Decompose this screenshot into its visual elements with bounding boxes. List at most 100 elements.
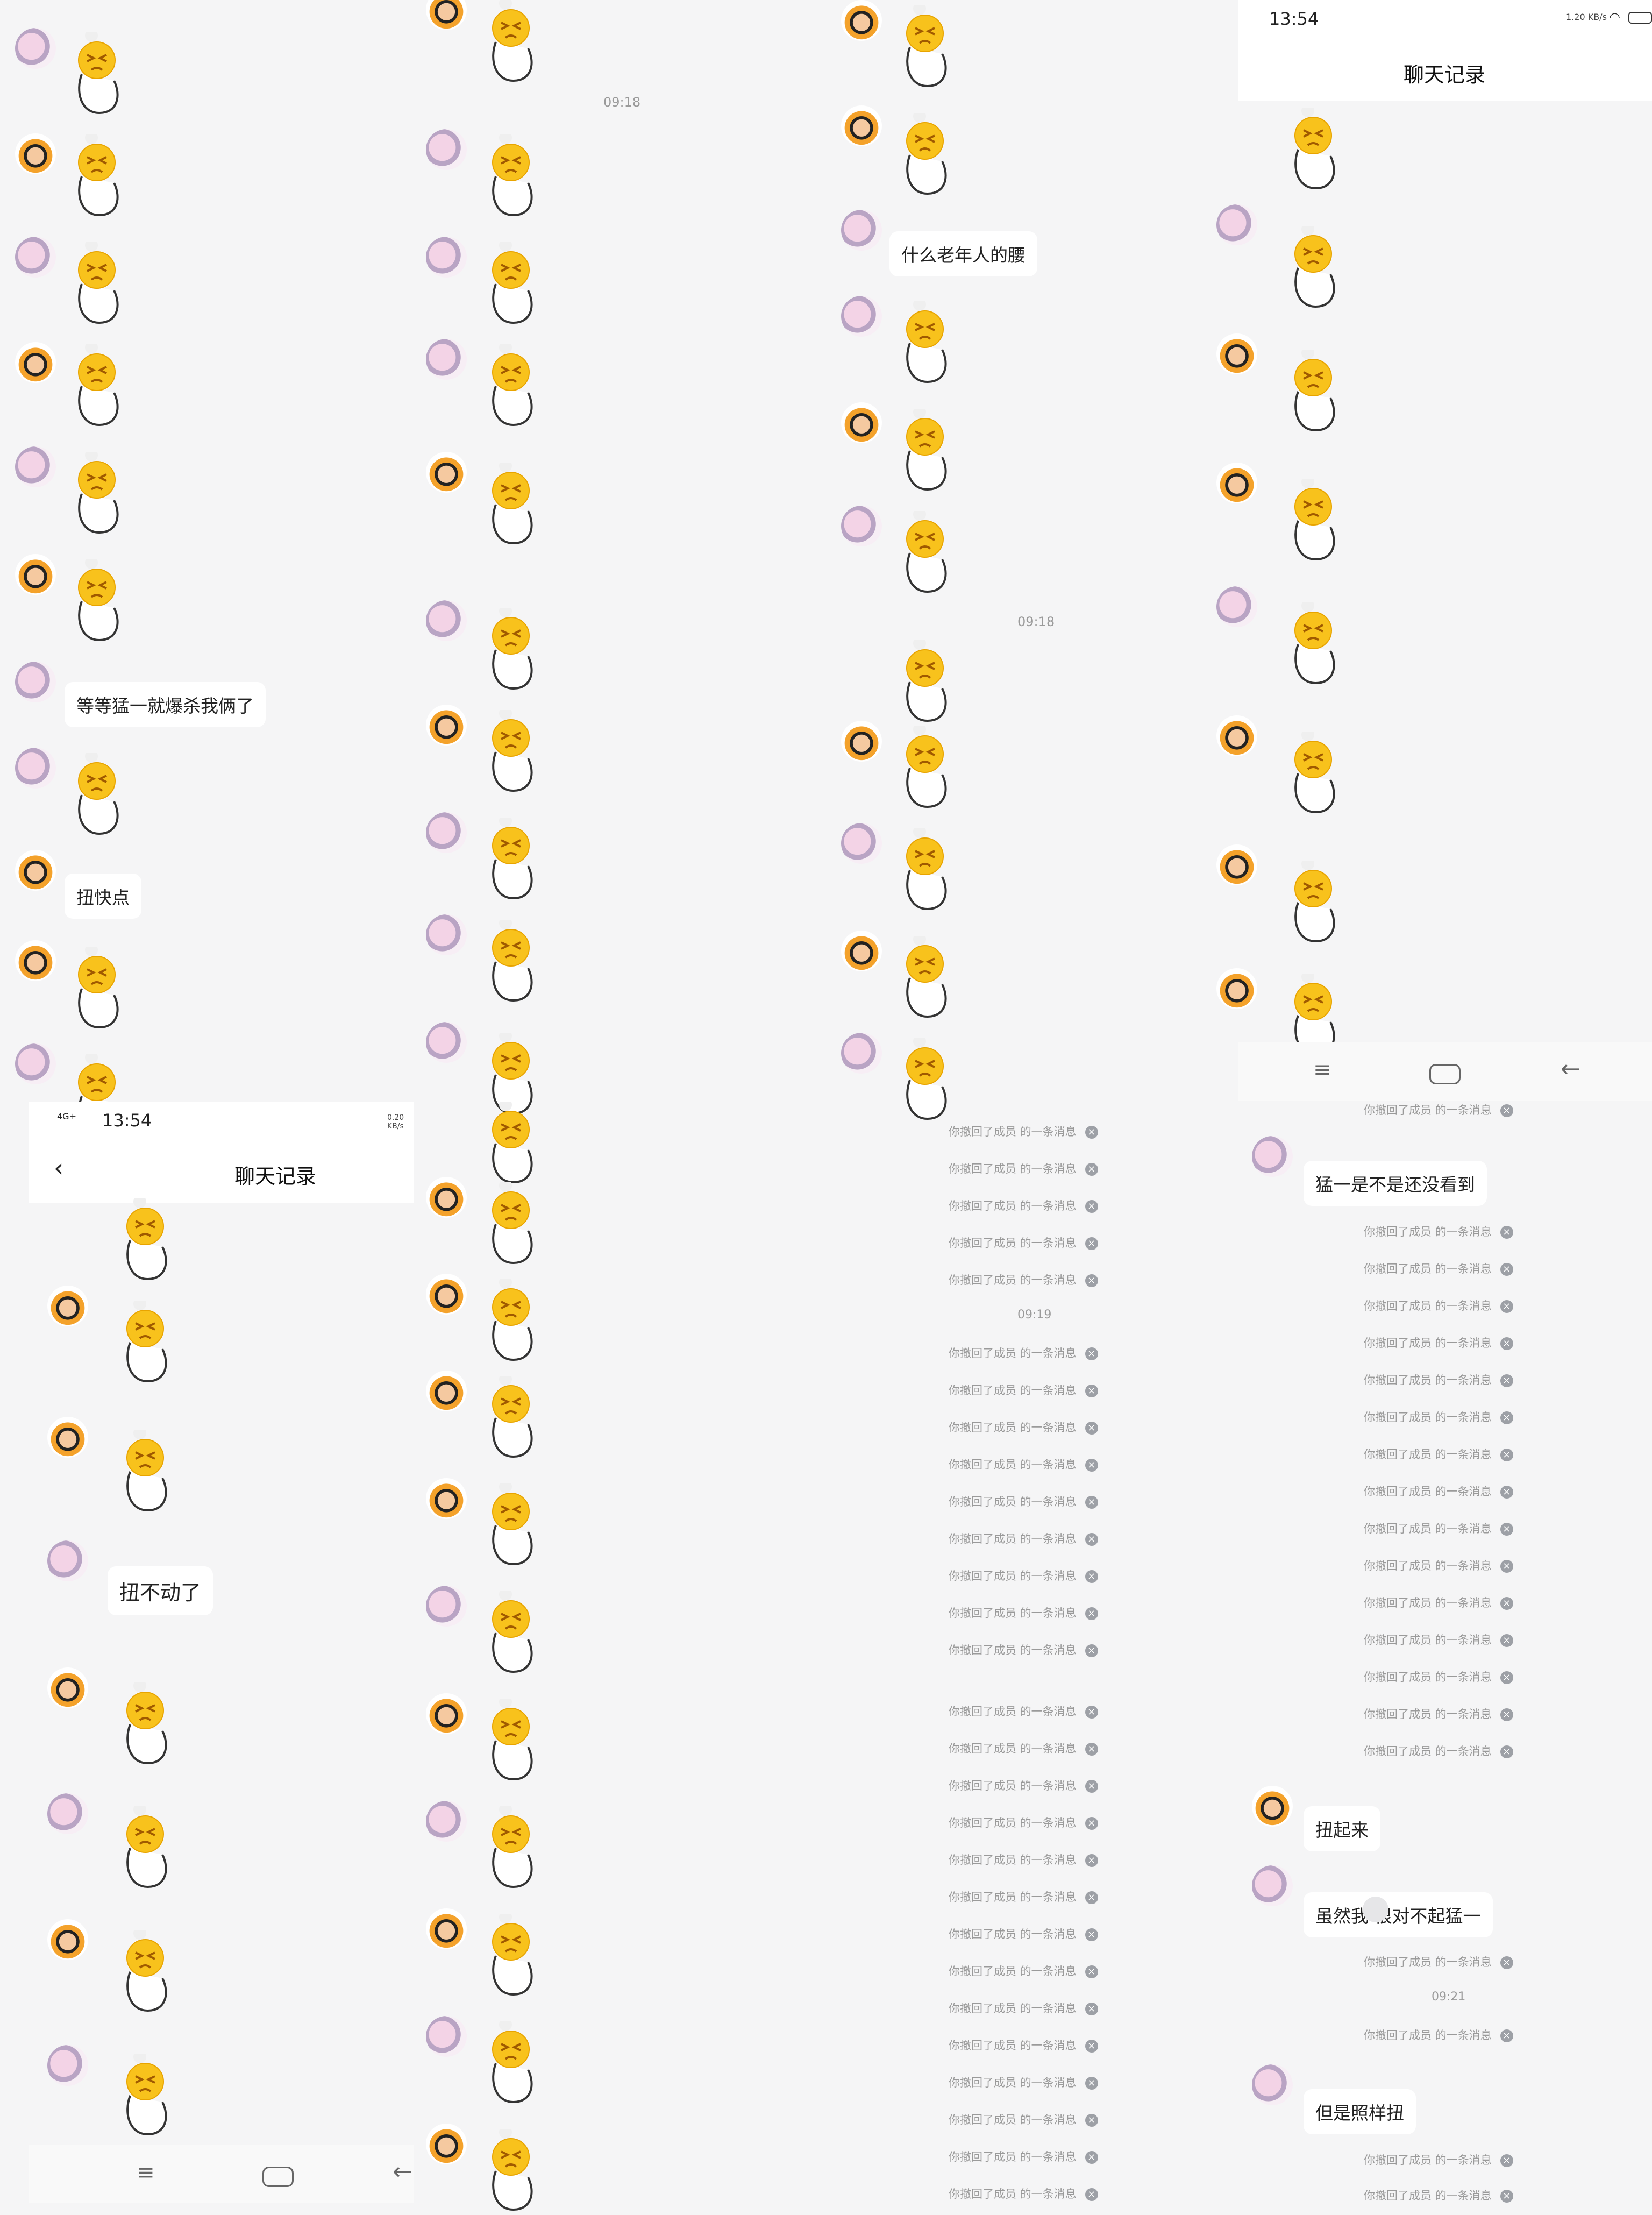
menu-icon[interactable]: ≡ xyxy=(137,2160,155,2185)
avatar[interactable] xyxy=(15,1043,56,1084)
avatar[interactable] xyxy=(15,446,56,487)
avatar[interactable] xyxy=(841,402,882,443)
avatar[interactable] xyxy=(426,1022,467,1063)
avatar[interactable] xyxy=(1252,1136,1293,1177)
close-circle-icon[interactable]: × xyxy=(1085,1743,1098,1756)
avatar[interactable] xyxy=(1216,204,1257,245)
close-circle-icon[interactable]: × xyxy=(1085,1928,1098,1941)
close-circle-icon[interactable]: × xyxy=(1500,1449,1513,1461)
close-circle-icon[interactable]: × xyxy=(1500,1411,1513,1424)
avatar[interactable] xyxy=(426,1177,467,1218)
avatar[interactable] xyxy=(426,2016,467,2057)
avatar[interactable] xyxy=(1216,333,1257,374)
message-bubble[interactable]: 什么老年人的腰 xyxy=(889,231,1037,276)
avatar[interactable] xyxy=(426,1586,467,1627)
close-circle-icon[interactable]: × xyxy=(1085,1237,1098,1250)
avatar[interactable] xyxy=(15,748,56,789)
close-circle-icon[interactable]: × xyxy=(1085,1854,1098,1867)
close-circle-icon[interactable]: × xyxy=(1500,1956,1513,1969)
avatar[interactable] xyxy=(426,812,467,853)
avatar[interactable] xyxy=(841,105,882,146)
close-circle-icon[interactable]: × xyxy=(1085,1385,1098,1397)
avatar[interactable] xyxy=(1252,1865,1293,1906)
nav-back-icon[interactable]: ← xyxy=(393,2158,412,2185)
avatar[interactable] xyxy=(15,940,56,981)
message-bubble[interactable]: 扭不动了 xyxy=(108,1566,213,1615)
avatar[interactable] xyxy=(426,237,467,278)
close-circle-icon[interactable]: × xyxy=(1500,2154,1513,2167)
avatar[interactable] xyxy=(426,1274,467,1315)
close-circle-icon[interactable]: × xyxy=(1085,1126,1098,1139)
close-circle-icon[interactable]: × xyxy=(1500,1337,1513,1350)
close-circle-icon[interactable]: × xyxy=(1085,1422,1098,1435)
avatar[interactable] xyxy=(426,452,467,493)
message-bubble[interactable]: 扭起来 xyxy=(1304,1806,1380,1851)
avatar[interactable] xyxy=(426,1371,467,1411)
avatar[interactable] xyxy=(841,1033,882,1074)
close-circle-icon[interactable]: × xyxy=(1085,1607,1098,1620)
close-circle-icon[interactable]: × xyxy=(1085,1965,1098,1978)
avatar[interactable] xyxy=(47,1540,88,1581)
avatar[interactable] xyxy=(15,28,56,69)
close-circle-icon[interactable]: × xyxy=(1500,1708,1513,1721)
avatar[interactable] xyxy=(1216,715,1257,756)
close-circle-icon[interactable]: × xyxy=(1085,1817,1098,1830)
avatar[interactable] xyxy=(426,1801,467,1842)
nav-back-icon[interactable]: ← xyxy=(1561,1055,1580,1083)
close-circle-icon[interactable]: × xyxy=(1085,1644,1098,1657)
avatar[interactable] xyxy=(1252,1786,1293,1827)
close-circle-icon[interactable]: × xyxy=(1500,1597,1513,1610)
avatar[interactable] xyxy=(426,914,467,955)
message-bubble[interactable]: 但是照样扭 xyxy=(1304,2089,1416,2134)
avatar[interactable] xyxy=(426,2124,467,2164)
home-icon[interactable] xyxy=(262,2167,294,2187)
close-circle-icon[interactable]: × xyxy=(1085,1274,1098,1287)
avatar[interactable] xyxy=(426,0,467,30)
avatar[interactable] xyxy=(15,342,56,383)
avatar[interactable] xyxy=(47,1793,88,1834)
avatar[interactable] xyxy=(426,339,467,380)
avatar[interactable] xyxy=(1216,968,1257,1009)
avatar[interactable] xyxy=(426,1478,467,1519)
avatar[interactable] xyxy=(47,1286,88,1326)
close-circle-icon[interactable]: × xyxy=(1085,2188,1098,2201)
close-circle-icon[interactable]: × xyxy=(1085,1347,1098,1360)
close-circle-icon[interactable]: × xyxy=(1085,1570,1098,1583)
avatar[interactable] xyxy=(15,554,56,595)
close-circle-icon[interactable]: × xyxy=(1085,2003,1098,2015)
close-circle-icon[interactable]: × xyxy=(1085,2151,1098,2164)
close-circle-icon[interactable]: × xyxy=(1085,2077,1098,2090)
home-icon[interactable] xyxy=(1429,1064,1461,1084)
close-circle-icon[interactable]: × xyxy=(1500,1374,1513,1387)
avatar[interactable] xyxy=(841,506,882,546)
avatar[interactable] xyxy=(47,1667,88,1708)
close-circle-icon[interactable]: × xyxy=(1085,1459,1098,1472)
avatar[interactable] xyxy=(15,662,56,702)
avatar[interactable] xyxy=(841,0,882,41)
avatar[interactable] xyxy=(47,1417,88,1458)
close-circle-icon[interactable]: × xyxy=(1085,2114,1098,2127)
close-circle-icon[interactable]: × xyxy=(1500,1671,1513,1684)
close-circle-icon[interactable]: × xyxy=(1500,1486,1513,1499)
message-bubble[interactable]: 猛一是不是还没看到 xyxy=(1304,1161,1487,1206)
menu-icon[interactable]: ≡ xyxy=(1313,1057,1331,1082)
avatar[interactable] xyxy=(1252,2064,1293,2105)
close-circle-icon[interactable]: × xyxy=(1085,2040,1098,2053)
message-bubble[interactable]: 等等猛一就爆杀我俩了 xyxy=(65,682,266,727)
avatar[interactable] xyxy=(15,133,56,174)
avatar[interactable] xyxy=(841,296,882,337)
close-circle-icon[interactable]: × xyxy=(1085,1200,1098,1213)
avatar[interactable] xyxy=(841,210,882,251)
close-circle-icon[interactable]: × xyxy=(1085,1706,1098,1719)
back-arrow-icon[interactable]: ‹ xyxy=(54,1153,63,1182)
close-circle-icon[interactable]: × xyxy=(1085,1780,1098,1793)
close-circle-icon[interactable]: × xyxy=(1085,1533,1098,1546)
close-circle-icon[interactable]: × xyxy=(1085,1496,1098,1509)
close-circle-icon[interactable]: × xyxy=(1500,1560,1513,1573)
close-circle-icon[interactable]: × xyxy=(1500,1634,1513,1647)
close-circle-icon[interactable]: × xyxy=(1500,1523,1513,1536)
close-circle-icon[interactable]: × xyxy=(1085,1891,1098,1904)
avatar[interactable] xyxy=(47,1919,88,1960)
avatar[interactable] xyxy=(426,129,467,170)
avatar[interactable] xyxy=(1216,586,1257,627)
